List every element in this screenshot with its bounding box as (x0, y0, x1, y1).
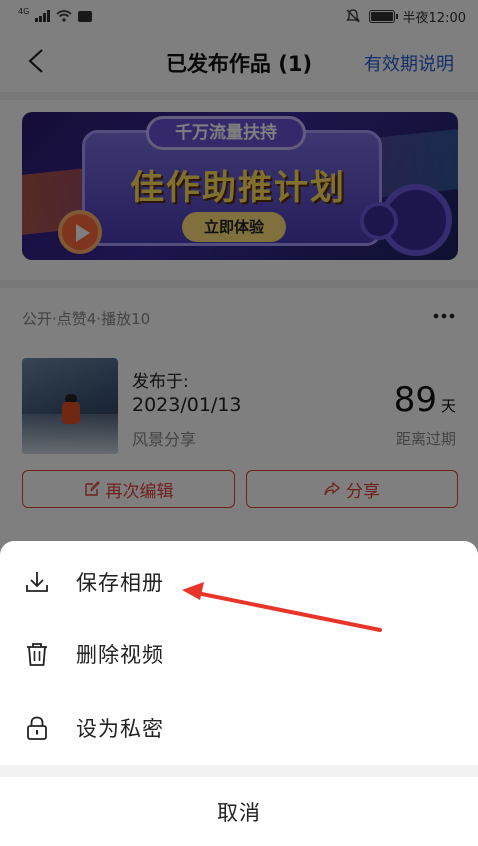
annotation-arrow-icon (182, 582, 382, 632)
save-to-album-label: 保存相册 (76, 571, 164, 595)
cancel-button[interactable]: 取消 (0, 777, 478, 846)
lock-icon (27, 716, 47, 740)
download-icon (26, 572, 48, 592)
set-private-label: 设为私密 (76, 717, 164, 741)
trash-icon (27, 643, 47, 666)
sheet-divider (0, 765, 478, 777)
set-private-option[interactable]: 设为私密 (0, 693, 478, 763)
delete-video-label: 删除视频 (76, 643, 164, 667)
